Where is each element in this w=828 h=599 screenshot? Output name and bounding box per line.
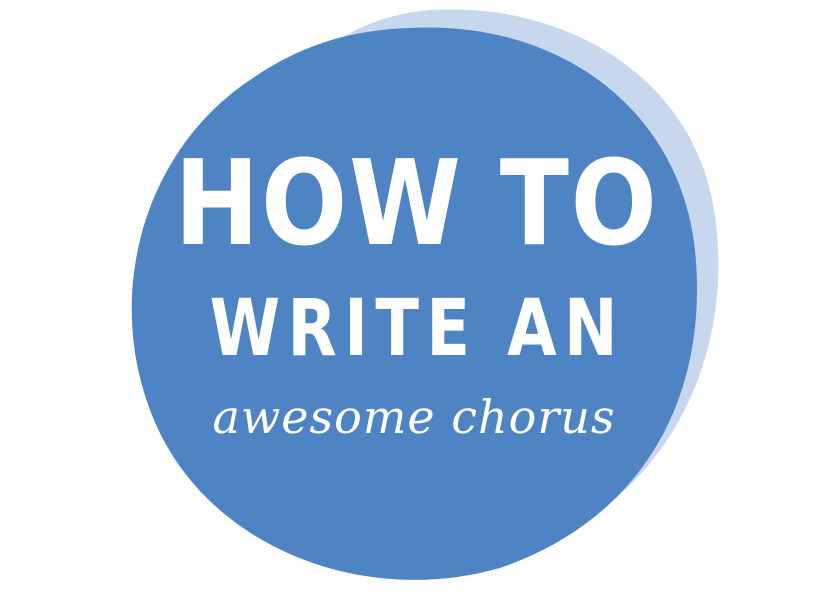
title-line-1: HOW TO — [174, 134, 659, 272]
title-line-2: WRITE AN — [209, 284, 625, 374]
title-line-3: awesome chorus — [212, 390, 616, 444]
